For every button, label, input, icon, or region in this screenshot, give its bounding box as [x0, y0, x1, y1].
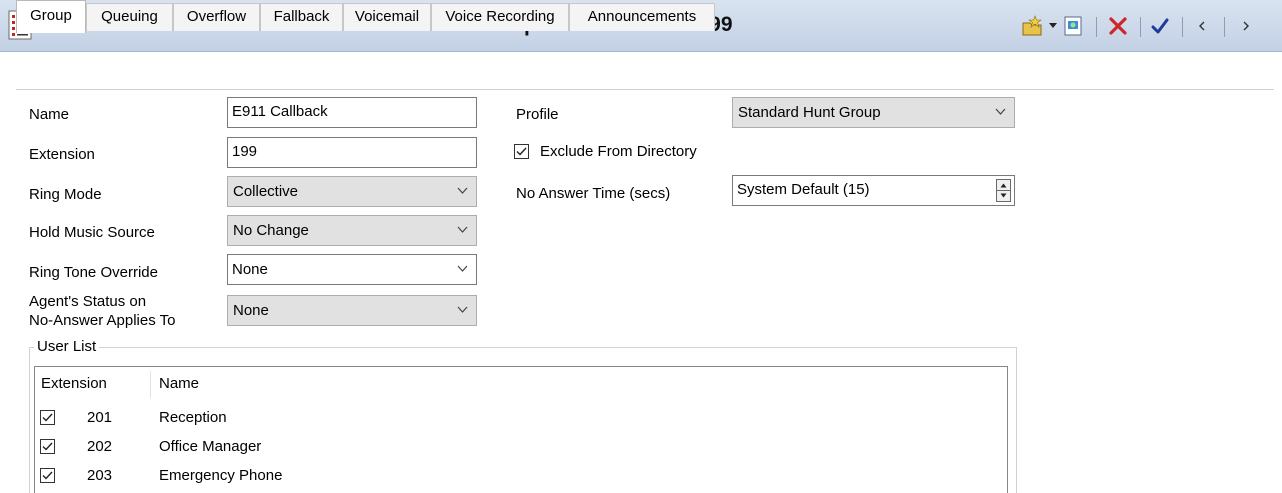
export-icon[interactable]	[1060, 11, 1086, 41]
tab-voicemail[interactable]: Voicemail	[343, 3, 431, 31]
tab-voice-recording[interactable]: Voice Recording	[431, 3, 569, 31]
dropdown-arrow-icon[interactable]	[1048, 11, 1058, 41]
profile-select[interactable]: Standard Hunt Group	[732, 97, 1015, 128]
row-name: Reception	[159, 409, 227, 426]
row-name: Office Manager	[159, 438, 262, 455]
chevron-down-icon	[995, 108, 1006, 115]
hold-music-label: Hold Music Source	[29, 224, 155, 241]
checkmark-icon	[42, 442, 53, 451]
tab-announcements[interactable]: Announcements	[569, 3, 715, 31]
column-header-extension[interactable]: Extension	[41, 375, 107, 392]
column-divider[interactable]	[150, 371, 151, 398]
agent-status-label-line1: Agent's Status on	[29, 293, 147, 310]
ring-tone-label: Ring Tone Override	[29, 264, 158, 281]
profile-label: Profile	[516, 106, 559, 123]
ring-tone-select[interactable]: None	[227, 254, 477, 285]
column-header-name[interactable]: Name	[159, 375, 199, 392]
name-label: Name	[29, 106, 70, 123]
tab-queuing[interactable]: Queuing	[86, 3, 173, 31]
delete-icon[interactable]	[1106, 11, 1130, 41]
no-answer-time-label: No Answer Time (secs)	[516, 185, 671, 202]
row-extension: 202	[87, 438, 113, 455]
ring-mode-select[interactable]: Collective	[227, 176, 477, 207]
name-field[interactable]: E911 Callback	[227, 97, 477, 128]
checkmark-icon	[42, 471, 53, 480]
ring-mode-label: Ring Mode	[29, 186, 102, 203]
agent-status-select[interactable]: None	[227, 295, 477, 326]
row-extension: 201	[87, 409, 113, 426]
ok-check-icon[interactable]	[1148, 11, 1172, 41]
row-extension: 203	[87, 467, 113, 484]
row-checkbox[interactable]	[40, 410, 55, 425]
no-answer-time-value: System Default (15)	[737, 181, 870, 198]
row-name: Emergency Phone	[159, 467, 283, 484]
next-icon[interactable]	[1236, 11, 1256, 41]
agent-status-value: None	[233, 302, 269, 319]
user-list-table[interactable]: Extension Name 201 Reception 202 Office …	[34, 366, 1008, 493]
table-row[interactable]: 201 Reception	[35, 404, 1005, 433]
chevron-down-icon	[457, 187, 468, 194]
checkmark-icon	[42, 413, 53, 422]
table-row[interactable]: 203 Emergency Phone	[35, 462, 1005, 491]
extension-field[interactable]: 199	[227, 137, 477, 168]
ring-mode-value: Collective	[233, 183, 299, 200]
agent-status-label-line2: No-Answer Applies To	[29, 312, 176, 329]
chevron-down-icon	[457, 306, 468, 313]
exclude-directory-checkbox[interactable]	[514, 144, 529, 159]
exclude-directory-label: Exclude From Directory	[540, 143, 697, 160]
ring-tone-value: None	[232, 261, 268, 278]
tab-divider	[16, 89, 1274, 90]
row-checkbox[interactable]	[40, 439, 55, 454]
chevron-down-icon	[457, 265, 468, 272]
chevron-down-icon	[457, 226, 468, 233]
table-row[interactable]: 202 Office Manager	[35, 433, 1005, 462]
tab-overflow[interactable]: Overflow	[173, 3, 260, 31]
row-checkbox[interactable]	[40, 468, 55, 483]
spin-buttons[interactable]	[996, 179, 1011, 202]
user-list-title: User List	[34, 338, 100, 355]
extension-label: Extension	[29, 146, 95, 163]
profile-value: Standard Hunt Group	[738, 104, 881, 121]
tab-fallback[interactable]: Fallback	[260, 3, 343, 31]
previous-icon[interactable]	[1192, 11, 1212, 41]
hold-music-value: No Change	[233, 222, 309, 239]
new-item-icon[interactable]	[1020, 11, 1046, 41]
hold-music-select[interactable]: No Change	[227, 215, 477, 246]
checkmark-icon	[516, 147, 527, 156]
tab-group[interactable]: Group	[16, 0, 86, 33]
toolbar	[1014, 11, 1276, 41]
no-answer-time-spinner[interactable]: System Default (15)	[732, 175, 1015, 206]
